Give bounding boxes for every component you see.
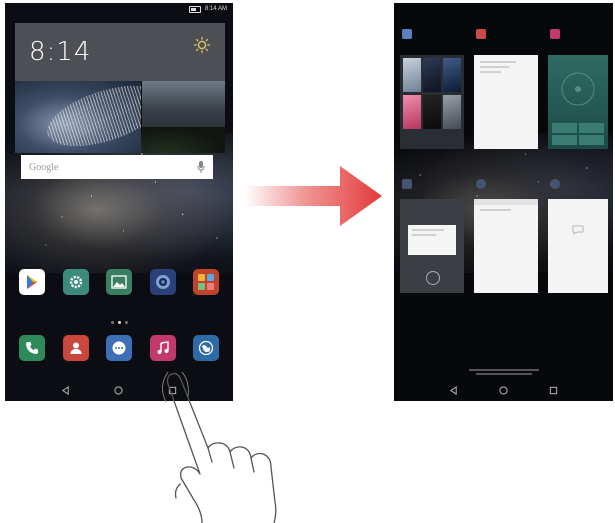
clock-time: 8:14	[29, 37, 92, 67]
browser-icon[interactable]	[193, 335, 219, 361]
tools-folder-icon[interactable]	[193, 269, 219, 295]
shutter-icon	[426, 271, 440, 285]
back-icon[interactable]	[449, 385, 458, 395]
gallery-icon[interactable]	[106, 269, 132, 295]
home-screen-phone: 8:14 AM 8:14 Google	[5, 3, 233, 401]
battery-icon	[188, 5, 201, 13]
play-store-icon[interactable]	[19, 269, 45, 295]
card-header-email	[476, 29, 486, 39]
phone-icon[interactable]	[19, 335, 45, 361]
dock	[19, 335, 219, 361]
home-icon[interactable]	[114, 385, 124, 395]
status-time: 8:14 AM	[204, 6, 227, 12]
messaging-app-icon	[550, 179, 560, 189]
camera-dialog	[408, 225, 456, 255]
music-disc-icon	[561, 72, 595, 106]
home-icon[interactable]	[499, 385, 508, 395]
finger-tap-gesture	[162, 372, 277, 523]
page-dot	[124, 321, 128, 324]
card-header-music	[550, 29, 560, 39]
camera-app-icon	[402, 179, 412, 189]
recent-card-browser[interactable]	[474, 199, 538, 293]
recent-card-email[interactable]	[474, 55, 538, 149]
recent-card-messaging[interactable]	[548, 199, 608, 293]
card-header-camera	[402, 179, 412, 189]
back-icon[interactable]	[61, 385, 70, 395]
microphone-icon[interactable]	[197, 161, 205, 173]
night-sky-photo	[142, 81, 225, 153]
wallpaper-starfield	[5, 133, 233, 273]
memory-info	[394, 369, 613, 375]
search-placeholder: Google	[29, 161, 59, 173]
home-app-row	[19, 269, 219, 295]
recent-card-camera[interactable]	[400, 199, 464, 293]
sun-weather-icon	[193, 36, 211, 54]
email-app-icon	[476, 29, 486, 39]
transition-arrow	[244, 166, 382, 226]
recent-apps-phone	[394, 3, 613, 401]
page-dot	[110, 321, 114, 324]
feather-photo	[15, 81, 141, 153]
clock-widget[interactable]: 8:14	[15, 23, 225, 81]
recent-card-music[interactable]	[548, 55, 608, 149]
page-dot-active	[117, 321, 121, 324]
status-bar: 8:14 AM	[5, 3, 233, 15]
card-header-themes	[402, 29, 412, 39]
photo-widget[interactable]	[15, 81, 225, 153]
recent-apps-icon[interactable]	[549, 386, 558, 395]
browser-app-icon	[476, 179, 486, 189]
music-app-icon	[550, 29, 560, 39]
navigation-bar	[394, 379, 613, 401]
card-header-browser	[476, 179, 486, 189]
page-indicator	[5, 321, 233, 324]
google-search-bar[interactable]: Google	[21, 155, 213, 179]
themes-app-icon	[402, 29, 412, 39]
music-icon[interactable]	[149, 335, 176, 361]
settings-icon[interactable]	[62, 269, 89, 295]
contacts-icon[interactable]	[62, 335, 89, 361]
recent-card-themes[interactable]	[400, 55, 464, 149]
card-header-messaging	[550, 179, 560, 189]
messages-icon[interactable]	[106, 335, 132, 361]
chat-bubble-icon	[572, 225, 584, 235]
camera-icon[interactable]	[149, 269, 176, 295]
